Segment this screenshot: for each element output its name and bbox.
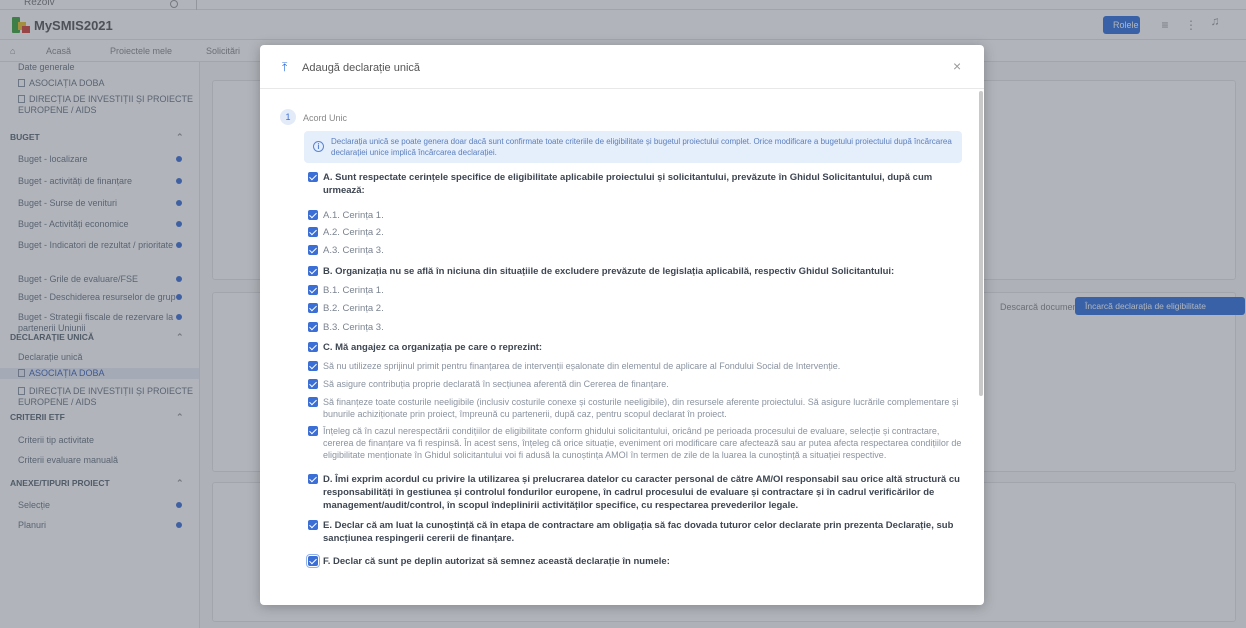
checkbox[interactable] (308, 245, 318, 255)
declaration-item-text: A.1. Cerința 1. (323, 210, 384, 221)
declaration-item[interactable]: Înțeleg că în cazul nerespectării condiț… (308, 425, 968, 461)
declaration-item-text: Să asigure contribuția proprie declarată… (323, 379, 669, 389)
declaration-item[interactable]: Să asigure contribuția proprie declarată… (308, 378, 968, 390)
declaration-item-text: Să nu utilizeze sprijinul primit pentru … (323, 361, 841, 371)
checkbox[interactable] (308, 227, 318, 237)
declaration-item-text: D. Îmi exprim acordul cu privire la util… (323, 474, 960, 511)
declaration-item-text: B.3. Cerința 3. (323, 322, 384, 333)
declaration-item-text: E. Declar că am luat la cunoștință că în… (323, 520, 954, 544)
dialog-title: Adaugă declarație unică (302, 62, 421, 74)
declaration-item[interactable]: Să nu utilizeze sprijinul primit pentru … (308, 360, 968, 372)
dialog-body: 1 Acord Unic i Declarația unică se poate… (260, 89, 984, 605)
declaration-item-text: F. Declar că sunt pe deplin autorizat să… (323, 556, 670, 567)
checkbox[interactable] (308, 426, 318, 436)
declaration-item[interactable]: E. Declar că am luat la cunoștință că în… (308, 519, 968, 545)
checkbox[interactable] (308, 303, 318, 313)
checkbox[interactable] (308, 474, 318, 484)
info-text: Declarația unică se poate genera doar da… (331, 137, 952, 157)
checkbox[interactable] (308, 520, 318, 530)
declaration-item-text: A.2. Cerința 2. (323, 227, 384, 238)
declaration-item[interactable]: A. Sunt respectate cerințele specifice d… (308, 171, 968, 197)
declaration-item[interactable]: A.2. Cerința 2. (308, 226, 968, 239)
declaration-item-text: A. Sunt respectate cerințele specifice d… (323, 172, 933, 196)
declaration-item[interactable]: B.3. Cerința 3. (308, 321, 968, 334)
declaration-item[interactable]: D. Îmi exprim acordul cu privire la util… (308, 473, 968, 512)
checkbox[interactable] (308, 266, 318, 276)
close-icon[interactable]: × (953, 59, 961, 73)
checkbox[interactable] (308, 172, 318, 182)
info-box: i Declarația unică se poate genera doar … (304, 131, 962, 163)
checkbox[interactable] (308, 285, 318, 295)
declaration-item[interactable]: B.1. Cerința 1. (308, 284, 968, 297)
upload-icon: ⤒ (282, 60, 288, 74)
checkbox[interactable] (306, 554, 320, 568)
dialog-header: ⤒ Adaugă declarație unică × (260, 45, 984, 89)
declaration-item-text: Înțeleg că în cazul nerespectării condiț… (323, 426, 962, 460)
declaration-item-text: A.3. Cerința 3. (323, 245, 384, 256)
declaration-item-text: B.2. Cerința 2. (323, 303, 384, 314)
declaration-item[interactable]: Să finanțeze toate costurile neeligibile… (308, 396, 968, 420)
checkbox[interactable] (308, 397, 318, 407)
declaration-item[interactable]: A.1. Cerința 1. (308, 209, 968, 222)
declaration-item-text: C. Mă angajez ca organizația pe care o r… (323, 342, 543, 353)
scrollbar[interactable] (979, 91, 983, 396)
declaration-item[interactable]: B.2. Cerința 2. (308, 302, 968, 315)
checkbox[interactable] (308, 361, 318, 371)
declaration-item[interactable]: B. Organizația nu se află în niciuna din… (308, 265, 968, 278)
checkbox[interactable] (308, 210, 318, 220)
checkbox[interactable] (308, 379, 318, 389)
declaration-item[interactable]: F. Declar că sunt pe deplin autorizat să… (306, 554, 968, 568)
declaration-item[interactable]: C. Mă angajez ca organizația pe care o r… (308, 341, 968, 354)
declaration-item-text: B.1. Cerința 1. (323, 285, 384, 296)
checkbox[interactable] (308, 342, 318, 352)
info-icon: i (313, 141, 324, 152)
step-number: 1 (280, 109, 296, 125)
declaration-item[interactable]: A.3. Cerința 3. (308, 244, 968, 257)
declaration-item-text: Să finanțeze toate costurile neeligibile… (323, 397, 959, 419)
step-label: Acord Unic (303, 113, 348, 123)
declaration-item-text: B. Organizația nu se află în niciuna din… (323, 266, 895, 277)
checkbox[interactable] (308, 322, 318, 332)
add-declaration-dialog: ⤒ Adaugă declarație unică × 1 Acord Unic… (260, 45, 984, 605)
